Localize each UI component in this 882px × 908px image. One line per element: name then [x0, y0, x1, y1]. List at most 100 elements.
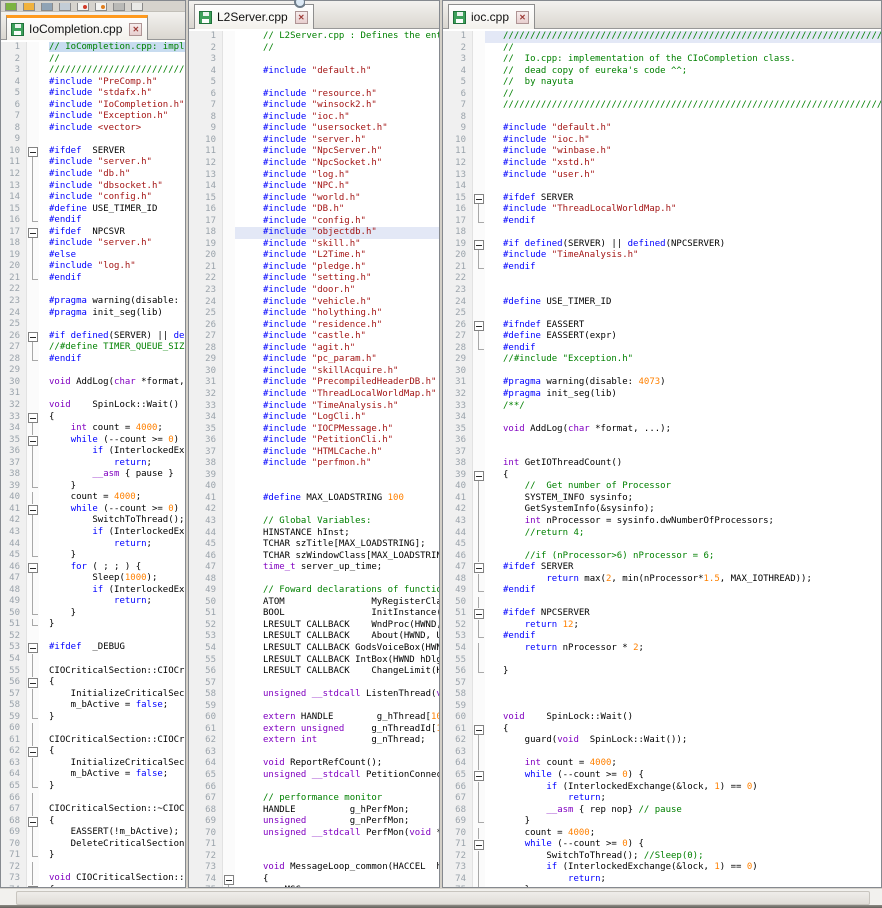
new-file-icon[interactable]	[5, 3, 17, 11]
print-icon[interactable]	[113, 3, 125, 11]
code-line[interactable]: 59}	[1, 711, 185, 724]
code-line[interactable]: 62 extern int g_nThread;	[189, 735, 439, 747]
code-line[interactable]: 64 m_bActive = false;	[1, 769, 185, 781]
code-line[interactable]: 9 #include "usersocket.h"	[189, 123, 439, 135]
code-line[interactable]: 5 #include "stdafx.h"	[1, 88, 185, 100]
code-line[interactable]: 4 #include "PreComp.h"	[1, 76, 185, 89]
code-line[interactable]: 39 {	[443, 469, 881, 482]
code-line[interactable]: 28 #endif	[443, 342, 881, 355]
code-line[interactable]: 6 #include "resource.h"	[189, 88, 439, 101]
code-line[interactable]: 56 {	[1, 677, 185, 689]
code-line[interactable]: 75 MSG msg;	[189, 885, 439, 887]
code-line[interactable]: 65}	[1, 781, 185, 793]
code-line[interactable]: 3	[189, 54, 439, 66]
code-line[interactable]: 53 LRESULT CALLBACK About(HWND, UINT, WPA…	[189, 631, 439, 643]
code-line[interactable]: 51}	[1, 619, 185, 631]
fold-toggle-icon[interactable]	[223, 873, 235, 886]
code-line[interactable]: 49 return;	[1, 596, 185, 608]
fold-toggle-icon[interactable]	[473, 238, 485, 251]
code-line[interactable]: 35 #include "IOCPMessage.h"	[189, 423, 439, 436]
code-line[interactable]: 71 while (--count >= 0) {	[443, 839, 881, 851]
code-line[interactable]: 40 count = 4000;	[1, 492, 185, 504]
code-line[interactable]: 5 // by nayuta	[443, 77, 881, 89]
code-line[interactable]: 62 {	[1, 746, 185, 758]
code-line[interactable]: 7 ///////////////////////////////////////…	[443, 100, 881, 112]
code-line[interactable]: 14 #include "NPC.h"	[189, 181, 439, 193]
code-line[interactable]: 39 }	[1, 480, 185, 493]
code-line[interactable]: 10 #include "ioc.h"	[443, 134, 881, 147]
code-line[interactable]: 20 #include "L2Time.h"	[189, 250, 439, 262]
code-editor[interactable]: 1 // L2Server.cpp : Defines the entry poi…	[189, 29, 439, 887]
code-line[interactable]: 11 #include "NpcServer.h"	[189, 146, 439, 159]
code-line[interactable]: 30	[443, 365, 881, 378]
fold-toggle-icon[interactable]	[27, 434, 39, 447]
code-line[interactable]: 52	[1, 630, 185, 643]
code-line[interactable]: 6 //	[443, 88, 881, 101]
code-line[interactable]: 55 CIOCriticalSection::CIOCriticalSection…	[1, 665, 185, 678]
code-line[interactable]: 21 #include "pledge.h"	[189, 261, 439, 274]
reload-orange-icon[interactable]	[95, 3, 107, 11]
code-line[interactable]: 41 #define MAX_LOADSTRING 100	[189, 492, 439, 505]
close-icon[interactable]: ✕	[129, 22, 143, 36]
code-line[interactable]: 53 #endif	[443, 631, 881, 643]
code-line[interactable]: 64 void ReportRefCount();	[189, 758, 439, 770]
fold-toggle-icon[interactable]	[27, 411, 39, 424]
fold-toggle-icon[interactable]	[473, 723, 485, 736]
code-line[interactable]: 42	[189, 504, 439, 516]
code-line[interactable]: 24 #define USE_TIMER_ID	[443, 296, 881, 309]
code-line[interactable]: 12 #include "xstd.h"	[443, 158, 881, 170]
code-line[interactable]: 36	[443, 435, 881, 447]
code-line[interactable]: 14 #include "config.h"	[1, 192, 185, 204]
code-line[interactable]: 52 return 12;	[443, 619, 881, 632]
fold-toggle-icon[interactable]	[473, 770, 485, 782]
code-line[interactable]: 26 #include "residence.h"	[189, 319, 439, 332]
code-line[interactable]: 22 #include "setting.h"	[189, 273, 439, 286]
code-line[interactable]: 17 #include "config.h"	[189, 215, 439, 228]
open-folder-icon[interactable]	[23, 3, 35, 11]
code-line[interactable]: 2 //	[1, 53, 185, 66]
fold-toggle-icon[interactable]	[27, 226, 39, 239]
code-line[interactable]: 16 #endif	[1, 215, 185, 227]
code-line[interactable]: 44 //return 4;	[443, 527, 881, 540]
save-icon[interactable]	[41, 3, 53, 11]
code-line[interactable]: 13 #include "dbsocket.h"	[1, 180, 185, 193]
code-line[interactable]: 57	[189, 677, 439, 690]
code-line[interactable]: 73 void CIOCriticalSection::Lock()	[1, 873, 185, 885]
code-line[interactable]: 68 HANDLE g_hPerfMon;	[189, 804, 439, 817]
code-line[interactable]: 1 // L2Server.cpp : Defines the entry poi…	[189, 31, 439, 43]
code-line[interactable]: 27 #define EASSERT(expr)	[443, 331, 881, 343]
code-line[interactable]: 46 TCHAR szWindowClass[MAX_LOADSTRING];	[189, 550, 439, 563]
code-editor[interactable]: 1 // IoCompletion.cpp: implementation of …	[1, 40, 185, 887]
code-line[interactable]: 47 Sleep(1000);	[1, 573, 185, 585]
code-line[interactable]: 66	[189, 781, 439, 794]
code-line[interactable]: 22	[1, 284, 185, 297]
fold-toggle-icon[interactable]	[27, 642, 39, 654]
code-editor[interactable]: 1///////////////////////////////////////…	[443, 29, 881, 887]
fold-toggle-icon[interactable]	[473, 608, 485, 620]
code-line[interactable]: 63 InitializeCriticalSection(	[1, 757, 185, 770]
fold-toggle-icon[interactable]	[27, 815, 39, 828]
code-line[interactable]: 45	[443, 539, 881, 551]
code-line[interactable]: 48 return max(2, min(nProcessor*1.5, MAX…	[443, 573, 881, 586]
code-line[interactable]: 33 {	[1, 411, 185, 424]
code-line[interactable]: 72	[1, 861, 185, 874]
code-line[interactable]: 37 #include "HTMLCache.h"	[189, 446, 439, 459]
code-line[interactable]: 15 #ifdef SERVER	[443, 192, 881, 205]
code-line[interactable]: 16 #include "DB.h"	[189, 204, 439, 216]
code-line[interactable]: 60 extern HANDLE g_hThread[100];	[189, 712, 439, 724]
code-line[interactable]: 67 // performance monitor	[189, 793, 439, 805]
code-line[interactable]: 11 #include "winbase.h"	[443, 146, 881, 159]
code-line[interactable]: 13 #include "log.h"	[189, 169, 439, 182]
code-line[interactable]: 19 #include "skill.h"	[189, 238, 439, 251]
code-line[interactable]: 72 SwitchToThread(); //Sleep(0);	[443, 850, 881, 863]
code-line[interactable]: 75 }	[443, 885, 881, 887]
code-line[interactable]: 29 #include "pc_param.h"	[189, 354, 439, 366]
code-line[interactable]: 8 #include "ioc.h"	[189, 111, 439, 124]
code-line[interactable]: 59	[443, 700, 881, 713]
code-line[interactable]: 35 while (--count >= 0) {	[1, 434, 185, 447]
code-line[interactable]: 36 #include "PetitionCli.h"	[189, 435, 439, 447]
code-line[interactable]: 70 count = 4000;	[443, 827, 881, 840]
code-line[interactable]: 58 unsigned __stdcall ListenThread(void *…	[189, 689, 439, 701]
code-line[interactable]: 43 int nProcessor = sysinfo.dwNumberOfPr…	[443, 515, 881, 528]
code-line[interactable]: 32 #pragma init_seg(lib)	[443, 388, 881, 401]
